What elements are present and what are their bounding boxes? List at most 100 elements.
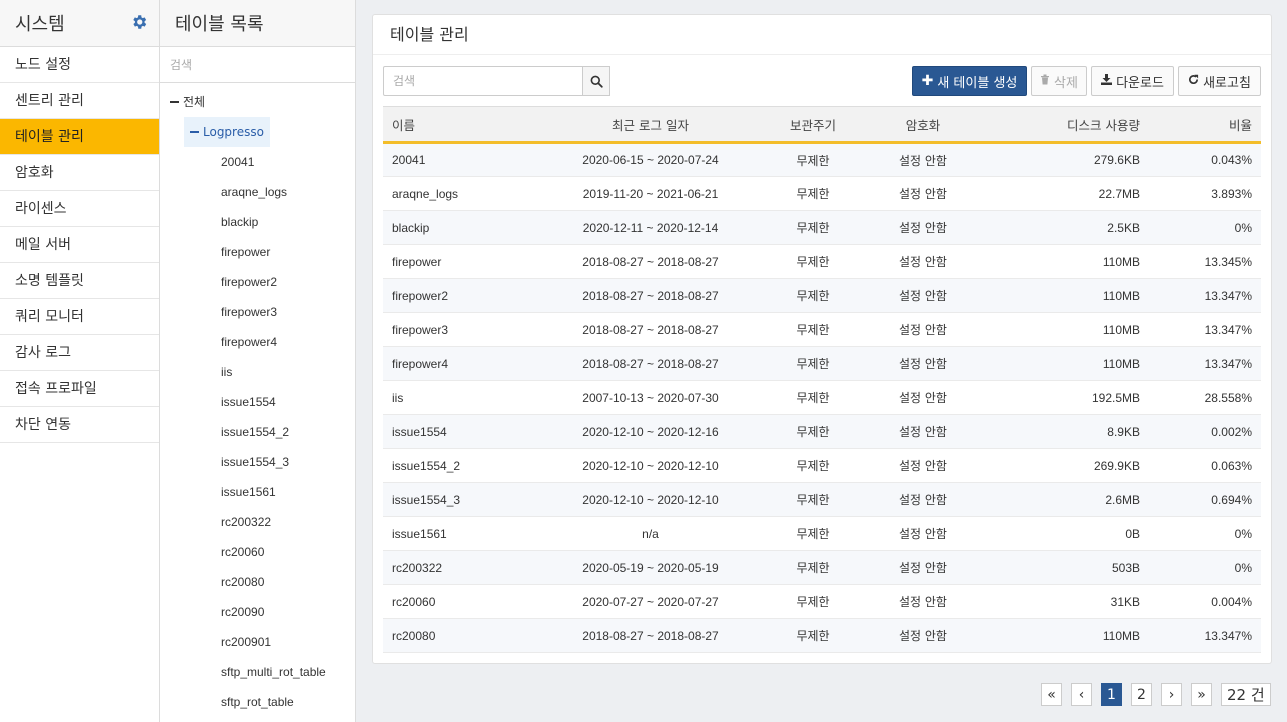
- cell-encryption: 설정 안함: [868, 414, 978, 449]
- column-header-name[interactable]: 이름: [383, 107, 543, 143]
- column-header-disk[interactable]: 디스크 사용량: [978, 107, 1148, 143]
- cell-name: firepower4: [383, 346, 543, 381]
- create-table-button[interactable]: ✚ 새 테이블 생성: [912, 66, 1027, 96]
- tables-table: 이름 최근 로그 일자 보관주기 암호화 디스크 사용량 비율 20041 202…: [383, 106, 1261, 653]
- tree-leaf[interactable]: firepower3: [160, 297, 355, 327]
- table-row[interactable]: issue1554 2020-12-10 ~ 2020-12-16 무제한 설정 안함…: [383, 414, 1261, 449]
- table-row[interactable]: firepower4 2018-08-27 ~ 2018-08-27 무제한 설정 안…: [383, 346, 1261, 381]
- cell-ratio: 0.004%: [1148, 584, 1261, 619]
- table-row[interactable]: iis 2007-10-13 ~ 2020-07-30 무제한 설정 안함 192.5M…: [383, 380, 1261, 415]
- cell-disk: 110MB: [978, 244, 1148, 279]
- last-page-button[interactable]: »: [1191, 683, 1212, 706]
- toolbar: ✚새 테이블 생성 삭제 다운로드 새로고침: [383, 66, 1261, 96]
- search-icon: [590, 75, 603, 88]
- tree-leaf[interactable]: iis: [160, 357, 355, 387]
- gear-icon[interactable]: [129, 13, 149, 33]
- cell-ratio: 0.063%: [1148, 448, 1261, 483]
- cell-name: blackip: [383, 210, 543, 245]
- tree-leaf[interactable]: issue1554_3: [160, 447, 355, 477]
- page-button-2[interactable]: 2: [1131, 683, 1152, 706]
- table-row[interactable]: rc20080 2018-08-27 ~ 2018-08-27 무제한 설정 안함 11…: [383, 618, 1261, 653]
- tree-leaf[interactable]: rc20060: [160, 537, 355, 567]
- tree-leaf[interactable]: firepower2: [160, 267, 355, 297]
- tree-leaf[interactable]: firepower4: [160, 327, 355, 357]
- tree-leaf[interactable]: issue1561: [160, 477, 355, 507]
- cell-disk: 22.7MB: [978, 176, 1148, 211]
- cell-encryption: 설정 안함: [868, 210, 978, 245]
- column-header-retention[interactable]: 보관주기: [758, 107, 868, 143]
- table-row[interactable]: araqne_logs 2019-11-20 ~ 2021-06-21 무제한 설정 …: [383, 176, 1261, 211]
- next-page-button[interactable]: ›: [1161, 683, 1182, 706]
- table-row[interactable]: issue1554_2 2020-12-10 ~ 2020-12-10 무제한 설정 …: [383, 448, 1261, 483]
- collapse-icon[interactable]: [190, 130, 199, 133]
- download-button[interactable]: 다운로드: [1091, 66, 1174, 96]
- tree-leaf[interactable]: issue1554_2: [160, 417, 355, 447]
- refresh-button[interactable]: 새로고침: [1178, 66, 1261, 96]
- cell-dates: 2018-08-27 ~ 2018-08-27: [543, 278, 758, 313]
- sidebar-item[interactable]: 감사 로그: [0, 335, 159, 371]
- cell-retention: 무제한: [758, 618, 868, 653]
- cell-disk: 110MB: [978, 278, 1148, 313]
- sidebar-item[interactable]: 라이센스: [0, 191, 159, 227]
- delete-button[interactable]: 삭제: [1031, 66, 1087, 96]
- column-header-dates[interactable]: 최근 로그 일자: [543, 107, 758, 143]
- tree-group-logpresso[interactable]: Logpresso: [184, 117, 270, 147]
- tree-leaf[interactable]: sftp_multi_rot_table: [160, 657, 355, 687]
- tree-leaf[interactable]: blackip: [160, 207, 355, 237]
- page-button-1[interactable]: 1: [1101, 683, 1122, 706]
- cell-dates: 2007-10-13 ~ 2020-07-30: [543, 380, 758, 415]
- cell-disk: 110MB: [978, 312, 1148, 347]
- tree-leaf[interactable]: araqne_logs: [160, 177, 355, 207]
- column-header-encryption[interactable]: 암호화: [868, 107, 978, 143]
- tree-root[interactable]: 전체: [160, 87, 355, 117]
- prev-page-button[interactable]: ‹: [1071, 683, 1092, 706]
- search-input[interactable]: [383, 66, 583, 96]
- sidebar-item[interactable]: 소명 템플릿: [0, 263, 159, 299]
- table-row[interactable]: 20041 2020-06-15 ~ 2020-07-24 무제한 설정 안함 279.…: [383, 142, 1261, 177]
- cell-disk: 2.6MB: [978, 482, 1148, 517]
- cell-name: issue1554: [383, 414, 543, 449]
- cell-dates: 2018-08-27 ~ 2018-08-27: [543, 312, 758, 347]
- tree-leaf[interactable]: rc20080: [160, 567, 355, 597]
- sidebar-item[interactable]: 접속 프로파일: [0, 371, 159, 407]
- tree-leaf[interactable]: issue1554: [160, 387, 355, 417]
- sidebar-item[interactable]: 노드 설정: [0, 47, 159, 83]
- table-row[interactable]: rc20060 2020-07-27 ~ 2020-07-27 무제한 설정 안함 31…: [383, 584, 1261, 619]
- table-row[interactable]: firepower 2018-08-27 ~ 2018-08-27 무제한 설정 안함…: [383, 244, 1261, 279]
- tree-leaf[interactable]: rc200901: [160, 627, 355, 657]
- tree-leaf[interactable]: rc200322: [160, 507, 355, 537]
- table-row[interactable]: rc200322 2020-05-19 ~ 2020-05-19 무제한 설정 안함 5…: [383, 550, 1261, 585]
- cell-ratio: 0%: [1148, 516, 1261, 551]
- cell-dates: 2020-12-10 ~ 2020-12-16: [543, 414, 758, 449]
- table-row[interactable]: firepower3 2018-08-27 ~ 2018-08-27 무제한 설정 안…: [383, 312, 1261, 347]
- cell-disk: 269.9KB: [978, 448, 1148, 483]
- tree-leaf[interactable]: firepower: [160, 237, 355, 267]
- tree-search-input[interactable]: [160, 47, 355, 83]
- table-row[interactable]: blackip 2020-12-11 ~ 2020-12-14 무제한 설정 안함 2.…: [383, 210, 1261, 245]
- sidebar-item[interactable]: 쿼리 모니터: [0, 299, 159, 335]
- sidebar-item[interactable]: 암호화: [0, 155, 159, 191]
- cell-retention: 무제한: [758, 380, 868, 415]
- sidebar-item[interactable]: 차단 연동: [0, 407, 159, 443]
- column-header-ratio[interactable]: 비율: [1148, 107, 1261, 143]
- sidebar-item[interactable]: 테이블 관리: [0, 119, 159, 155]
- cell-ratio: 0.043%: [1148, 142, 1261, 177]
- tree-leaf[interactable]: sftp_rot_table: [160, 687, 355, 717]
- tree-leaf[interactable]: rc20090: [160, 597, 355, 627]
- collapse-icon[interactable]: [170, 100, 179, 103]
- tree-leaf[interactable]: 20041: [160, 147, 355, 177]
- cell-encryption: 설정 안함: [868, 346, 978, 381]
- search-button[interactable]: [582, 66, 610, 96]
- table-row[interactable]: issue1554_3 2020-12-10 ~ 2020-12-10 무제한 설정 …: [383, 482, 1261, 517]
- cell-encryption: 설정 안함: [868, 516, 978, 551]
- first-page-button[interactable]: «: [1041, 683, 1062, 706]
- table-row[interactable]: firepower2 2018-08-27 ~ 2018-08-27 무제한 설정 안…: [383, 278, 1261, 313]
- table-row[interactable]: issue1561 n/a 무제한 설정 안함 0B 0%: [383, 516, 1261, 551]
- cell-retention: 무제한: [758, 414, 868, 449]
- cell-ratio: 0%: [1148, 210, 1261, 245]
- tree-leaves: 20041 araqne_logs blackip firepower firepowe…: [160, 147, 355, 717]
- sidebar-item[interactable]: 센트리 관리: [0, 83, 159, 119]
- cell-name: araqne_logs: [383, 176, 543, 211]
- cell-retention: 무제한: [758, 482, 868, 517]
- sidebar-item[interactable]: 메일 서버: [0, 227, 159, 263]
